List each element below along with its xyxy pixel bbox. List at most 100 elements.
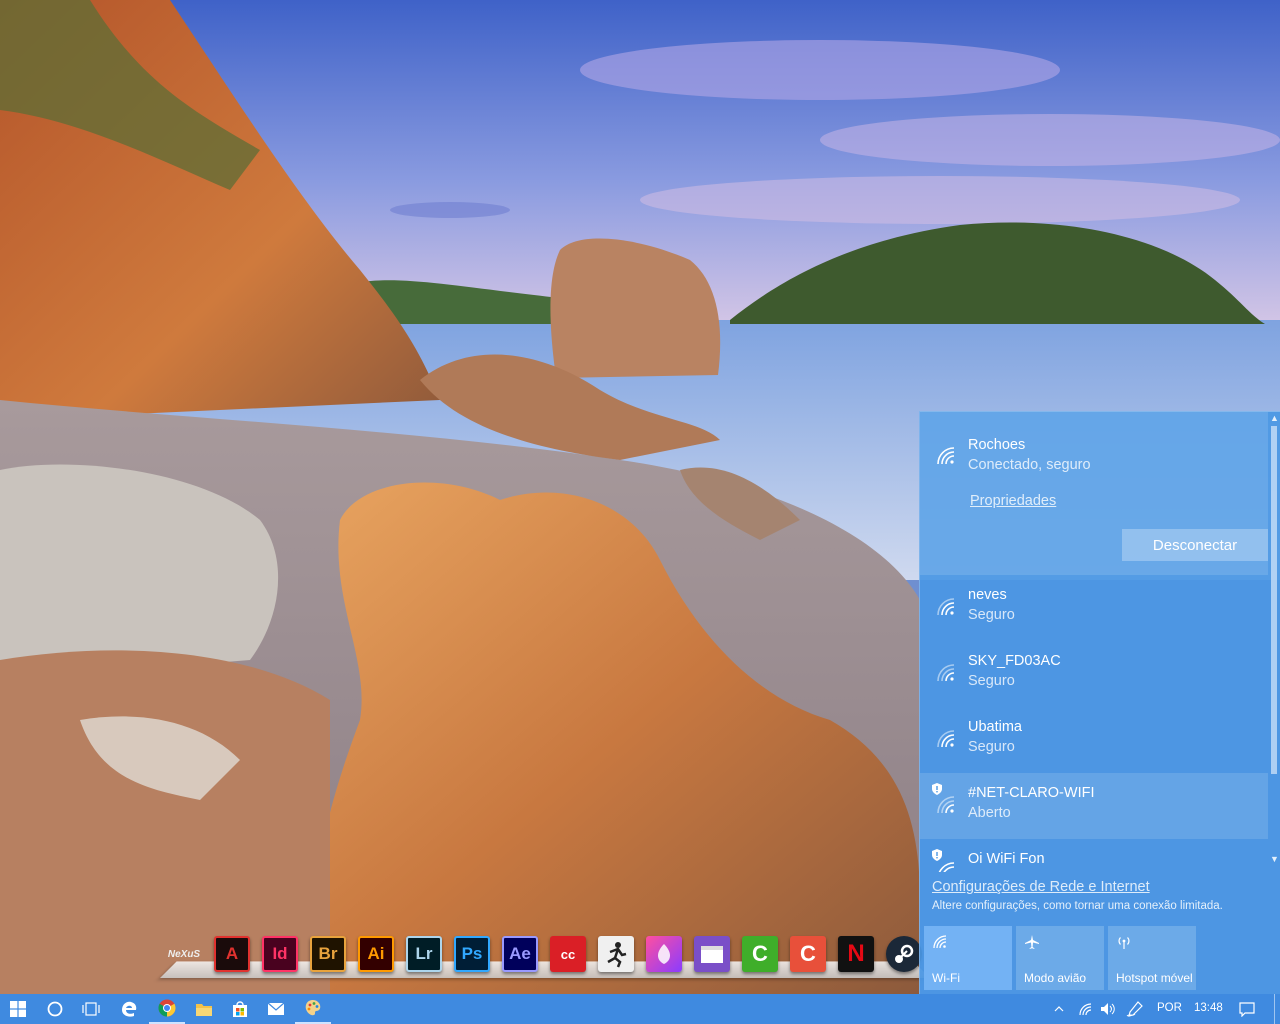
wifi-quick-action[interactable]: Wi-Fi: [924, 926, 1012, 990]
movie-maker-dock-icon[interactable]: [694, 936, 730, 972]
netflix-dock-icon[interactable]: N: [838, 936, 874, 972]
network-ssid: #NET-CLARO-WIFI: [968, 785, 1095, 801]
speaker-icon: [1101, 1003, 1115, 1015]
network-status: Conectado, seguro: [968, 457, 1091, 473]
network-ssid: Ubatima: [968, 719, 1022, 735]
pen-workspace-button[interactable]: [1124, 994, 1146, 1024]
chevron-up-icon: [1054, 1006, 1064, 1012]
edge-taskbar-icon[interactable]: [111, 994, 147, 1024]
network-flyout: Rochoes Conectado, seguro Propriedades D…: [919, 411, 1280, 994]
network-ssid: neves: [968, 587, 1007, 603]
dock-label: Br: [318, 944, 338, 963]
scroll-thumb[interactable]: [1271, 426, 1277, 774]
network-ssid: Rochoes: [968, 437, 1026, 453]
network-settings-description: Altere configurações, como tornar uma co…: [932, 900, 1223, 912]
wifi-signal-icon: [937, 598, 955, 616]
dock-label: NeXuS: [167, 948, 201, 960]
dock-label: Ps: [461, 944, 483, 963]
hotspot-icon: [1118, 937, 1130, 949]
wifi-signal-icon: [937, 447, 955, 465]
airplane-mode-quick-action[interactable]: Modo avião: [1016, 926, 1104, 990]
camtasia-recorder-dock-icon[interactable]: C: [790, 936, 826, 972]
edge-icon: [122, 1001, 137, 1017]
after-effects-dock-icon[interactable]: Ae: [502, 936, 538, 972]
network-list-scrollbar[interactable]: ▲ ▼: [1268, 412, 1280, 872]
quick-action-label: Hotspot móvel: [1116, 971, 1193, 985]
bridge-dock-icon[interactable]: Br: [310, 936, 346, 972]
network-item[interactable]: SKY_FD03AC Seguro: [920, 641, 1268, 707]
show-hidden-icons-button[interactable]: [1050, 994, 1068, 1024]
store-bag-icon: [233, 1001, 247, 1017]
dock-label: C: [752, 941, 768, 966]
nexus-dock-icon[interactable]: NeXuS: [166, 936, 202, 972]
steam-logo-icon: [895, 944, 914, 963]
wifi-tray-icon: [1079, 1003, 1092, 1016]
properties-link[interactable]: Propriedades: [970, 493, 1056, 509]
network-item-connected[interactable]: Rochoes Conectado, seguro Propriedades D…: [920, 412, 1268, 575]
mail-taskbar-icon[interactable]: [258, 994, 294, 1024]
dock-label: Lr: [415, 944, 433, 963]
action-center-button[interactable]: [1236, 994, 1258, 1024]
input-language-indicator[interactable]: POR: [1157, 1002, 1182, 1014]
chrome-taskbar-icon[interactable]: [149, 994, 185, 1024]
pen-icon: [1126, 1001, 1143, 1017]
dock-label: cc: [560, 946, 576, 962]
network-item[interactable]: Ubatima Seguro: [920, 707, 1268, 773]
wifi-signal-icon: [938, 862, 955, 872]
scroll-up-icon[interactable]: ▲: [1270, 413, 1279, 423]
dock-label: Ai: [367, 944, 385, 963]
network-status: Seguro: [968, 673, 1015, 689]
wifi-signal-icon: [937, 796, 955, 814]
airplane-icon: [1025, 935, 1039, 949]
indesign-dock-icon[interactable]: Id: [262, 936, 298, 972]
lightroom-dock-icon[interactable]: Lr: [406, 936, 442, 972]
zbrush-dock-icon[interactable]: [598, 936, 634, 972]
clapper-icon: [701, 946, 723, 963]
network-tray-button[interactable]: [1076, 994, 1096, 1024]
mobile-hotspot-quick-action[interactable]: Hotspot móvel: [1108, 926, 1196, 990]
dock-label: C: [800, 941, 816, 966]
volume-tray-button[interactable]: [1098, 994, 1118, 1024]
file-explorer-taskbar-icon[interactable]: [186, 994, 222, 1024]
quick-action-label: Modo avião: [1024, 971, 1087, 985]
scroll-down-icon[interactable]: ▼: [1270, 854, 1279, 864]
dock-label: A: [225, 944, 239, 963]
clock[interactable]: 13:48: [1194, 1002, 1223, 1014]
store-taskbar-icon[interactable]: [222, 994, 258, 1024]
start-button[interactable]: [0, 994, 36, 1024]
dock-label: N: [847, 940, 865, 967]
network-item[interactable]: Oi WiFi Fon: [920, 839, 1268, 872]
paint-taskbar-icon[interactable]: [295, 994, 331, 1024]
cortana-circle-icon: [47, 1001, 63, 1017]
photoshop-dock-icon[interactable]: Ps: [454, 936, 490, 972]
network-settings-link[interactable]: Configurações de Rede e Internet: [932, 879, 1150, 895]
steam-dock-icon[interactable]: [886, 936, 922, 972]
task-view-button[interactable]: [74, 994, 108, 1024]
illustrator-dock-icon[interactable]: Ai: [358, 936, 394, 972]
wifi-signal-icon: [937, 730, 955, 748]
paint-3d-dock-icon[interactable]: [646, 936, 682, 972]
paint-palette-icon: [305, 1000, 321, 1016]
wifi-icon: [933, 935, 947, 949]
wifi-signal-icon: [937, 664, 955, 682]
camtasia-dock-icon[interactable]: C: [742, 936, 778, 972]
acrobat-dock-icon[interactable]: A: [214, 936, 250, 972]
folder-icon: [196, 1004, 212, 1016]
network-item[interactable]: neves Seguro: [920, 575, 1268, 641]
paint-drop-icon: [658, 944, 670, 964]
task-view-icon: [82, 1002, 100, 1016]
network-ssid: SKY_FD03AC: [968, 653, 1061, 669]
disconnect-button[interactable]: Desconectar: [1122, 529, 1268, 561]
runner-icon: [607, 942, 627, 968]
quick-action-label: Wi-Fi: [932, 971, 960, 985]
windows-logo-icon: [10, 1001, 26, 1017]
network-item[interactable]: #NET-CLARO-WIFI Aberto: [920, 773, 1268, 839]
cortana-button[interactable]: [38, 994, 72, 1024]
show-desktop-button[interactable]: [1274, 994, 1280, 1024]
creative-cloud-dock-icon[interactable]: cc: [550, 936, 586, 972]
dock-label: Id: [272, 944, 288, 963]
network-status: Aberto: [968, 805, 1011, 821]
taskbar: POR 13:48: [0, 994, 1280, 1024]
dock-label: Ae: [509, 944, 531, 963]
app-dock: NeXuS A Id Br Ai Lr Ps Ae cc C C N: [160, 930, 930, 978]
